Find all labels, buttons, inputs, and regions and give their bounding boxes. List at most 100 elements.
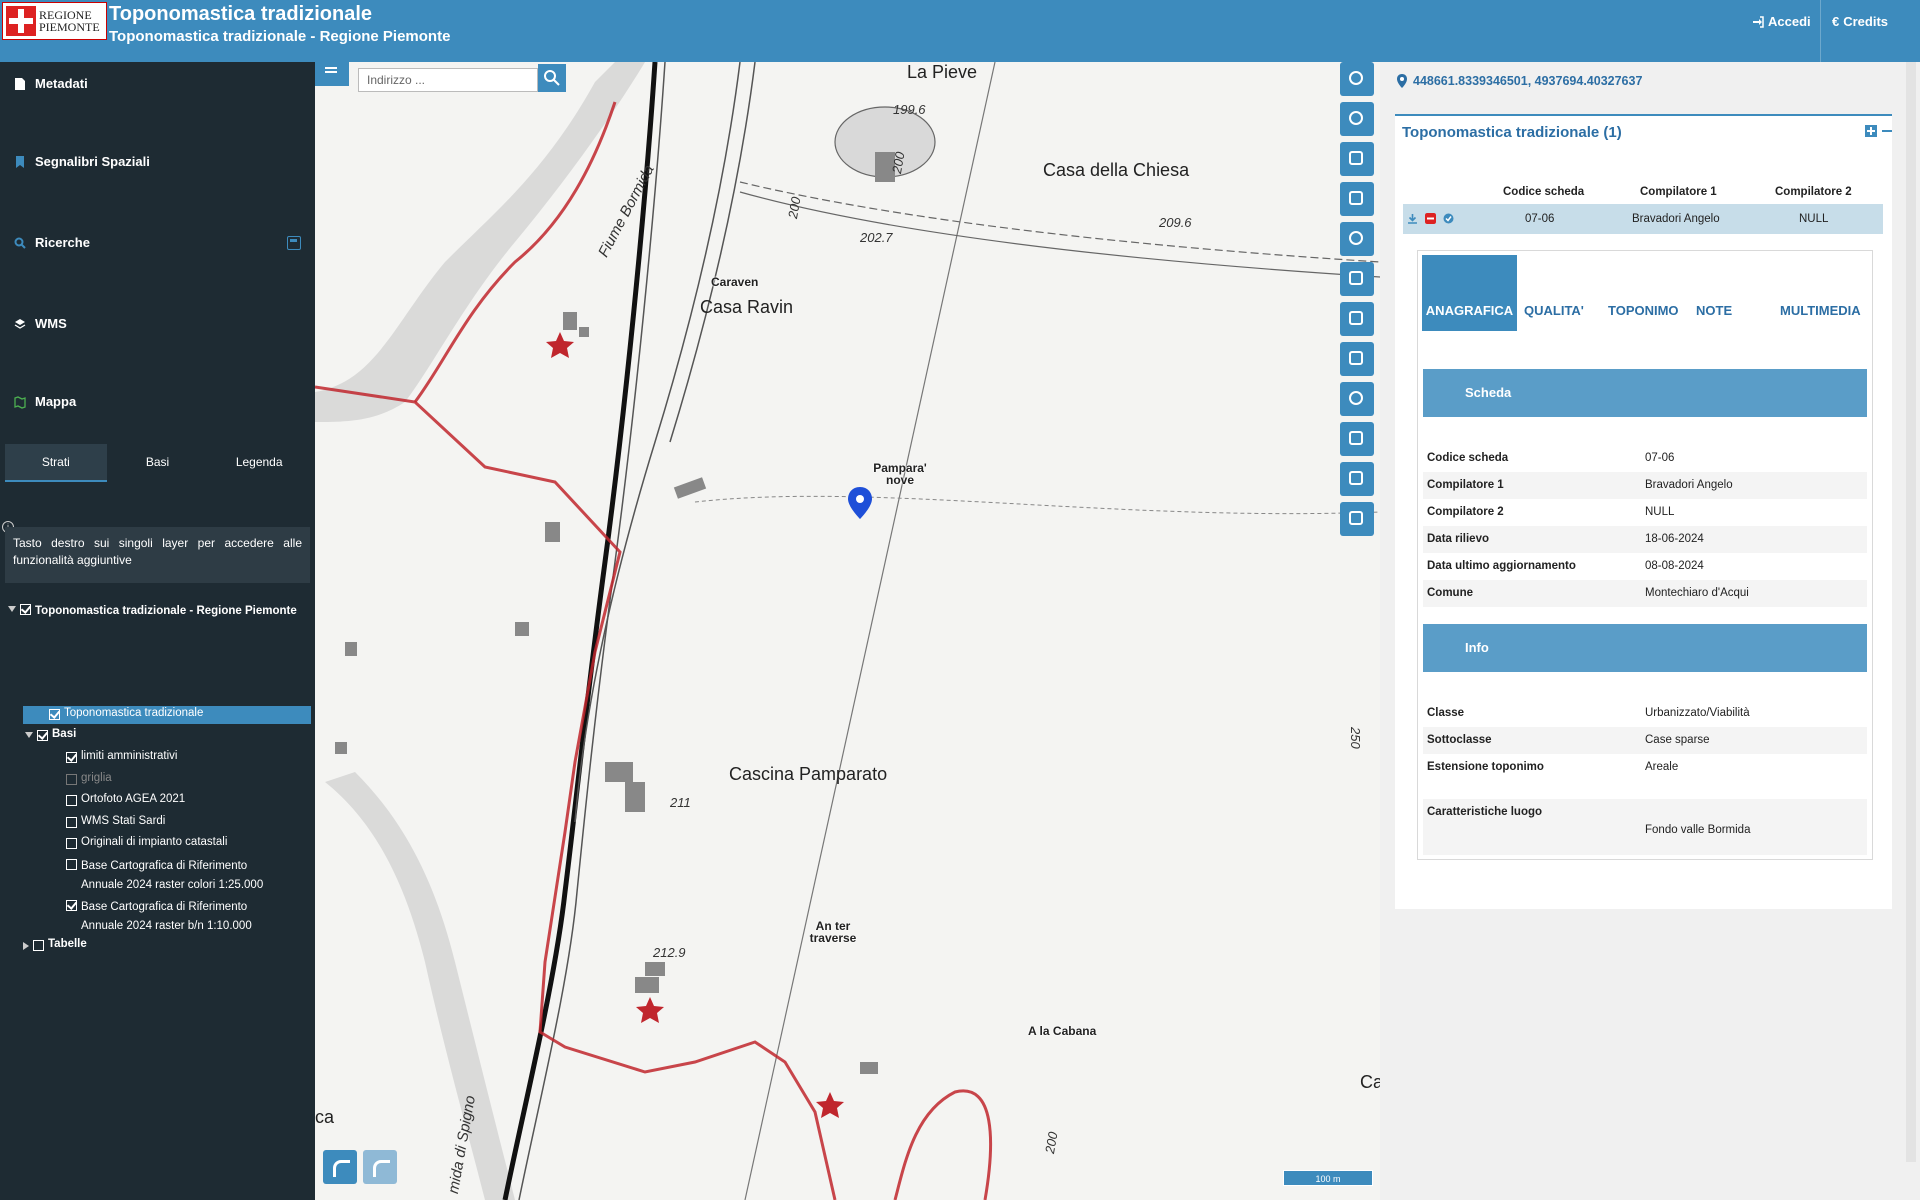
map-menu-button[interactable]: [315, 62, 349, 86]
login-button[interactable]: Accedi: [1752, 14, 1811, 29]
identify-icon[interactable]: [1340, 262, 1374, 296]
cell-compilatore-1: Bravadori Angelo: [1632, 213, 1720, 225]
nav-wms[interactable]: WMS: [14, 316, 67, 331]
search-icon: [14, 237, 26, 249]
scale-bar: 100 m: [1283, 1170, 1373, 1186]
info-tool-icon[interactable]: [1340, 222, 1374, 256]
regione-piemonte-logo[interactable]: REGIONE PIEMONTE: [2, 2, 107, 40]
remove-icon[interactable]: [1425, 213, 1436, 224]
login-label: Accedi: [1768, 14, 1811, 29]
map-label-pampara-nove: Pampara' nove: [873, 461, 927, 487]
checkbox-limiti[interactable]: [66, 752, 77, 763]
caret-right-icon[interactable]: [23, 942, 29, 950]
checkbox-layer-toponomastica[interactable]: [49, 709, 60, 720]
undo-button[interactable]: [323, 1150, 357, 1184]
map-label-cascina-pamparato: Cascina Pamparato: [729, 764, 888, 784]
nav-metadati[interactable]: Metadati: [14, 76, 88, 91]
zoom-to-icon[interactable]: [1443, 213, 1454, 224]
section-scheda: Scheda: [1423, 369, 1867, 417]
map-label-209: 209.6: [1159, 215, 1192, 230]
checkbox-originali-catastali[interactable]: [66, 838, 77, 849]
checkbox-ortofoto[interactable]: [66, 795, 77, 806]
tree-item-limiti[interactable]: limiti amministrativi: [66, 750, 177, 763]
map-label-an-ter-traverse: An ter traverse: [809, 919, 857, 945]
panel-scrollbar[interactable]: [1906, 62, 1916, 1162]
map-toolbar: [1340, 62, 1374, 542]
detail-panel: ANAGRAFICA QUALITA' TOPONIMO NOTE MULTIM…: [1417, 250, 1873, 860]
cell-codice: 07-06: [1525, 213, 1555, 225]
tree-layer-toponomastica[interactable]: Toponomastica tradizionale: [23, 706, 311, 724]
zoom-extent-icon[interactable]: [1340, 142, 1374, 176]
map-label-a-la-cabana: A la Cabana: [1028, 1024, 1097, 1038]
map-canvas[interactable]: La Pieve Casa della Chiesa Caraven Casa …: [315, 62, 1380, 1200]
layer-help-text: Tasto destro sui singoli layer per acced…: [5, 527, 310, 583]
tab-basi[interactable]: Basi: [107, 444, 209, 482]
nav-mappa[interactable]: Mappa: [14, 394, 76, 409]
tree-item-base-bn[interactable]: Base Cartografica di Riferimento Annuale …: [66, 898, 306, 936]
checkbox-tabelle[interactable]: [33, 940, 44, 951]
checkbox-root[interactable]: [20, 604, 31, 615]
field-codice-scheda: Codice scheda 07-06: [1427, 452, 1675, 464]
tree-item-base-colori[interactable]: Base Cartografica di Riferimento Annuale …: [66, 857, 306, 895]
tree-root-toponomastica[interactable]: Toponomastica tradizionale - Regione Pie…: [8, 602, 298, 621]
tree-group-basi[interactable]: Basi: [25, 728, 76, 741]
tab-legenda[interactable]: Legenda: [208, 444, 310, 482]
map-icon: [14, 395, 26, 409]
detail-tabs: ANAGRAFICA QUALITA' TOPONIMO NOTE MULTIM…: [1422, 255, 1868, 331]
download-icon[interactable]: [1407, 213, 1418, 224]
calculator-icon[interactable]: [287, 236, 301, 250]
app-header: REGIONE PIEMONTE Toponomastica tradizion…: [0, 0, 1920, 62]
address-search-button[interactable]: [538, 64, 566, 92]
tree-group-tabelle[interactable]: Tabelle: [23, 938, 87, 951]
streetview-icon[interactable]: [1340, 382, 1374, 416]
zoom-out-icon[interactable]: [1340, 102, 1374, 136]
field-classe: Classe Urbanizzato/Viabilità: [1427, 707, 1750, 719]
tree-item-ortofoto[interactable]: Ortofoto AGEA 2021: [66, 793, 185, 806]
regione-crest-icon: [6, 6, 36, 36]
tree-item-griglia[interactable]: griglia: [66, 772, 112, 785]
tab-toponimo[interactable]: TOPONIMO: [1608, 303, 1679, 318]
checkbox-griglia[interactable]: [66, 774, 77, 785]
tree-item-originali-catastali[interactable]: Originali di impianto catastali: [66, 836, 227, 849]
tree-item-wms-stati-sardi[interactable]: WMS Stati Sardi: [66, 815, 165, 828]
expand-icon[interactable]: [1865, 125, 1877, 137]
tab-multimedia[interactable]: MULTIMEDIA: [1780, 303, 1861, 318]
caret-down-icon[interactable]: [25, 732, 33, 738]
caret-down-icon[interactable]: [8, 606, 16, 612]
add-layer-icon[interactable]: [1340, 422, 1374, 456]
app-subtitle: Toponomastica tradizionale - Regione Pie…: [109, 28, 451, 45]
nav-ricerche[interactable]: Ricerche: [14, 235, 90, 250]
tab-anagrafica[interactable]: ANAGRAFICA: [1422, 255, 1517, 331]
document-icon: [15, 77, 25, 90]
login-icon: [1753, 15, 1764, 28]
table-row[interactable]: 07-06 Bravadori Angelo NULL: [1403, 204, 1883, 234]
credits-button[interactable]: € Credits: [1832, 14, 1888, 29]
zoom-in-icon[interactable]: [1340, 62, 1374, 96]
checkbox-base-colori[interactable]: [66, 859, 77, 870]
checkbox-base-bn[interactable]: [66, 900, 77, 911]
measure-area-icon[interactable]: [1340, 502, 1374, 536]
map-label-202: 202.7: [860, 230, 893, 245]
sidebar: Metadati Segnalibri Spaziali Ricerche WM…: [0, 62, 315, 1200]
click-coordinates: 448661.8339346501, 4937694.40327637: [1397, 74, 1642, 88]
map-label-212: 212.9: [653, 945, 686, 960]
tab-qualita[interactable]: QUALITA': [1524, 303, 1584, 318]
field-caratteristiche: Caratteristiche luogo Fondo valle Bormida: [1423, 799, 1867, 855]
select-area-icon[interactable]: [1340, 342, 1374, 376]
checkbox-wms-stati-sardi[interactable]: [66, 817, 77, 828]
col-codice-scheda: Codice scheda: [1503, 186, 1585, 198]
redo-button[interactable]: [363, 1150, 397, 1184]
tab-strati[interactable]: Strati: [5, 444, 107, 482]
header-divider: [1820, 0, 1821, 62]
checkbox-basi[interactable]: [37, 730, 48, 741]
address-search-input[interactable]: Indirizzo ...: [358, 68, 538, 92]
measure-distance-icon[interactable]: [1340, 462, 1374, 496]
map-label-211: 211: [670, 795, 691, 810]
identify-layer-icon[interactable]: [1340, 302, 1374, 336]
tab-note[interactable]: NOTE: [1696, 303, 1732, 318]
search-icon: [544, 70, 560, 86]
collapse-icon[interactable]: [1881, 125, 1893, 137]
fullscreen-icon[interactable]: [1340, 182, 1374, 216]
result-card-title: Toponomastica tradizionale (1): [1402, 124, 1622, 141]
nav-segnalibri[interactable]: Segnalibri Spaziali: [14, 154, 150, 169]
